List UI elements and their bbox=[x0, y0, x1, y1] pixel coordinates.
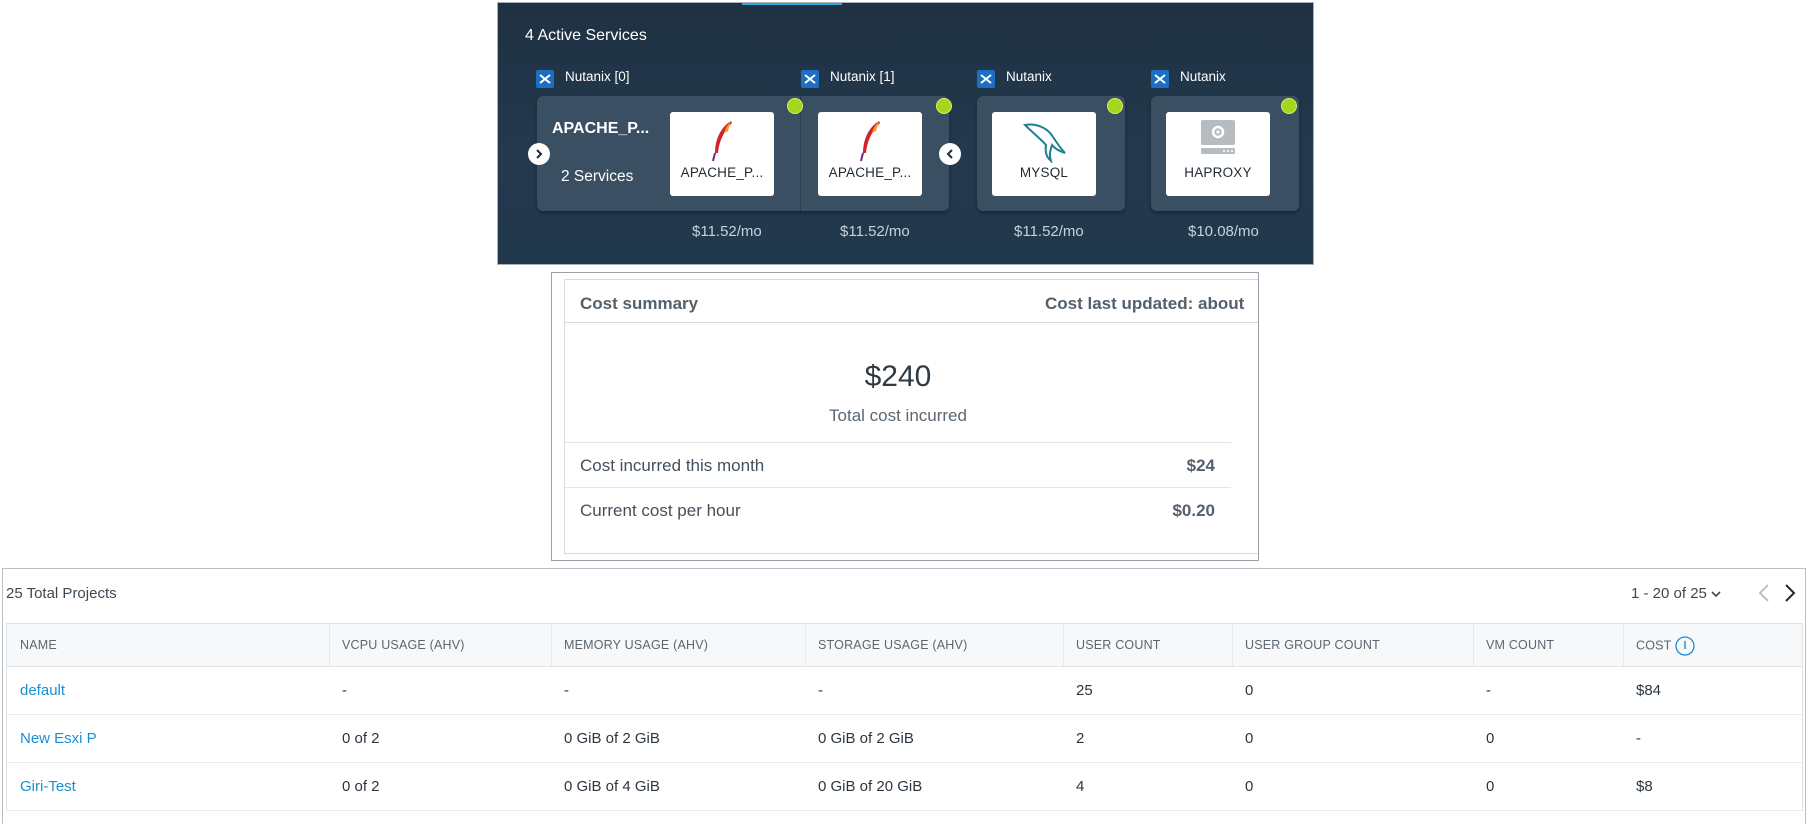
column-header-user-count[interactable]: USER COUNT bbox=[1076, 638, 1161, 652]
apache-feather-icon bbox=[860, 121, 880, 162]
projects-table: NAME VCPU USAGE (AHV) MEMORY USAGE (AHV)… bbox=[6, 623, 1803, 811]
column-header-cost[interactable]: COST bbox=[1636, 636, 1695, 656]
project-cost: - bbox=[1636, 730, 1641, 747]
column-divider bbox=[1473, 624, 1474, 666]
project-cost: $84 bbox=[1636, 682, 1662, 699]
cost-summary-card: Cost summary Cost last updated: about $2… bbox=[564, 279, 1258, 554]
cost-summary-header: Cost summary Cost last updated: about bbox=[565, 280, 1258, 323]
project-name-link[interactable]: Giri-Test bbox=[20, 778, 76, 795]
vm-count: 0 bbox=[1486, 730, 1495, 747]
active-services-title: 4 Active Services bbox=[525, 27, 647, 44]
projects-panel: 25 Total Projects 1 - 20 of 25 NAME VCPU… bbox=[2, 568, 1806, 824]
vm-count: 0 bbox=[1486, 778, 1495, 795]
next-service-button[interactable] bbox=[528, 143, 550, 165]
service-group-mysql[interactable]: MYSQL bbox=[977, 96, 1125, 211]
active-tab-indicator bbox=[742, 3, 842, 5]
service-group-count: 2 Services bbox=[561, 168, 634, 185]
memory-usage: 0 GiB of 2 GiB bbox=[564, 730, 660, 747]
chevron-right-icon bbox=[536, 149, 543, 159]
column-header-storage[interactable]: STORAGE USAGE (AHV) bbox=[818, 638, 967, 652]
cost-summary-frame: Cost summary Cost last updated: about $2… bbox=[551, 272, 1259, 561]
user-count: 2 bbox=[1076, 730, 1085, 747]
storage-usage: 0 GiB of 2 GiB bbox=[818, 730, 914, 747]
project-name-link[interactable]: New Esxi P bbox=[20, 730, 97, 747]
column-divider bbox=[805, 624, 806, 666]
mysql-dolphin-icon bbox=[1022, 123, 1066, 163]
server-gear-icon bbox=[1201, 120, 1235, 154]
user-group-count: 0 bbox=[1245, 778, 1254, 795]
nutanix-logo-icon bbox=[536, 70, 554, 88]
vcpu-usage: - bbox=[342, 682, 347, 699]
cost-last-updated: Cost last updated: about bbox=[1045, 294, 1245, 313]
user-group-count: 0 bbox=[1245, 682, 1254, 699]
next-page-button[interactable] bbox=[1784, 584, 1796, 602]
total-cost-label: Total cost incurred bbox=[829, 406, 967, 425]
cost-row: Cost incurred this month $24 bbox=[565, 442, 1231, 487]
pagination-dropdown[interactable]: 1 - 20 of 25 bbox=[1631, 585, 1721, 602]
active-services-panel: 4 Active Services Nutanix [0] Nutanix [1… bbox=[497, 2, 1314, 265]
service-price: $10.08/mo bbox=[1188, 223, 1259, 240]
column-header-vcpu[interactable]: VCPU USAGE (AHV) bbox=[342, 638, 465, 652]
table-row[interactable]: default - - - 25 0 - $84 bbox=[7, 667, 1802, 715]
column-divider bbox=[329, 624, 330, 666]
service-card[interactable]: HAPROXY bbox=[1166, 112, 1270, 196]
storage-usage: - bbox=[818, 682, 823, 699]
column-header-name[interactable]: NAME bbox=[20, 638, 57, 652]
service-group-name: APACHE_P... bbox=[552, 120, 650, 137]
table-header: NAME VCPU USAGE (AHV) MEMORY USAGE (AHV)… bbox=[7, 624, 1802, 667]
cost-row: Current cost per hour $0.20 bbox=[565, 487, 1231, 532]
service-group-haproxy[interactable]: HAPROXY bbox=[1151, 96, 1299, 211]
user-count: 25 bbox=[1076, 682, 1093, 699]
table-row[interactable]: Giri-Test 0 of 2 0 GiB of 4 GiB 0 GiB of… bbox=[7, 763, 1802, 811]
chevron-down-icon bbox=[1711, 591, 1721, 598]
status-indicator bbox=[1107, 98, 1123, 114]
nutanix-logo-icon bbox=[977, 70, 995, 88]
column-divider bbox=[1232, 624, 1233, 666]
divider bbox=[800, 96, 801, 211]
column-header-memory[interactable]: MEMORY USAGE (AHV) bbox=[564, 638, 708, 652]
nutanix-logo-icon bbox=[801, 70, 819, 88]
apache-feather-icon bbox=[712, 121, 732, 162]
service-group-apache[interactable]: APACHE_P... 2 Services APACHE_P... APACH… bbox=[537, 96, 952, 211]
chevron-left-icon bbox=[946, 149, 953, 159]
project-name-link[interactable]: default bbox=[20, 682, 65, 699]
vm-count: - bbox=[1486, 682, 1491, 699]
total-projects-title: 25 Total Projects bbox=[6, 585, 117, 602]
service-price: $11.52/mo bbox=[692, 223, 762, 240]
column-header-vm-count[interactable]: VM COUNT bbox=[1486, 638, 1554, 652]
table-row[interactable]: New Esxi P 0 of 2 0 GiB of 2 GiB 0 GiB o… bbox=[7, 715, 1802, 763]
cost-summary-title: Cost summary bbox=[580, 294, 699, 313]
previous-page-button[interactable] bbox=[1758, 584, 1770, 602]
status-indicator bbox=[936, 98, 952, 114]
service-price: $11.52/mo bbox=[840, 223, 910, 240]
user-group-count: 0 bbox=[1245, 730, 1254, 747]
service-card[interactable]: MYSQL bbox=[992, 112, 1096, 196]
memory-usage: 0 GiB of 4 GiB bbox=[564, 778, 660, 795]
vcpu-usage: 0 of 2 bbox=[342, 730, 380, 747]
previous-service-button[interactable] bbox=[939, 143, 961, 165]
column-divider bbox=[551, 624, 552, 666]
status-indicator bbox=[1281, 98, 1297, 114]
info-icon[interactable] bbox=[1674, 636, 1695, 656]
column-divider bbox=[1623, 624, 1624, 666]
service-price: $11.52/mo bbox=[1014, 223, 1084, 240]
status-indicator bbox=[787, 98, 803, 114]
nutanix-logo-icon bbox=[1151, 70, 1169, 88]
total-cost-amount: $240 bbox=[864, 360, 932, 393]
user-count: 4 bbox=[1076, 778, 1085, 795]
memory-usage: - bbox=[564, 682, 569, 699]
service-card[interactable]: APACHE_P... bbox=[818, 112, 922, 196]
vcpu-usage: 0 of 2 bbox=[342, 778, 380, 795]
service-card[interactable]: APACHE_P... bbox=[670, 112, 774, 196]
project-cost: $8 bbox=[1636, 778, 1653, 795]
column-divider bbox=[1063, 624, 1064, 666]
storage-usage: 0 GiB of 20 GiB bbox=[818, 778, 923, 795]
column-header-user-group-count[interactable]: USER GROUP COUNT bbox=[1245, 638, 1380, 652]
